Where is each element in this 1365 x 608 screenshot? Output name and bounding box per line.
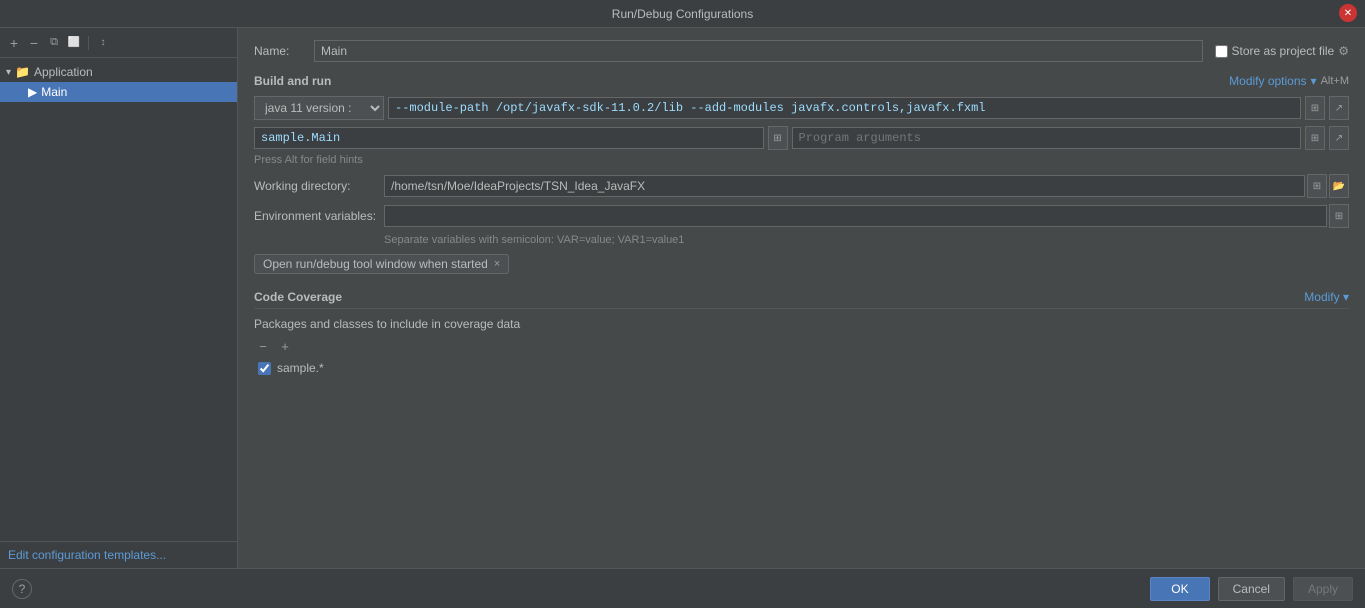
vm-options-input[interactable] <box>388 97 1301 119</box>
tree-item-main[interactable]: ▶ Main <box>0 82 237 102</box>
bottom-bar: ? OK Cancel Apply <box>0 568 1365 608</box>
coverage-add-icon[interactable]: + <box>276 337 294 355</box>
name-input[interactable] <box>314 40 1203 62</box>
program-args-input[interactable] <box>792 127 1302 149</box>
modify-options-label: Modify options <box>1229 74 1306 88</box>
run-config-icon: ▶ <box>28 85 37 99</box>
tag-label: Open run/debug tool window when started <box>263 257 488 271</box>
args-browse-icon[interactable]: ↗ <box>1329 126 1349 150</box>
cancel-button[interactable]: Cancel <box>1218 577 1285 601</box>
bottom-left: ? <box>12 579 32 599</box>
working-dir-buttons: ⊞ 📂 <box>1307 174 1349 198</box>
code-coverage-section: Code Coverage Modify ▾ Packages and clas… <box>254 290 1349 377</box>
coverage-header: Code Coverage Modify ▾ <box>254 290 1349 309</box>
apply-button[interactable]: Apply <box>1293 577 1353 601</box>
help-icon: ? <box>19 582 26 596</box>
store-project-row: Store as project file ⚙ <box>1215 44 1349 58</box>
move-config-icon[interactable]: ⬜ <box>66 35 82 51</box>
coverage-item-checkbox[interactable] <box>258 362 271 375</box>
sidebar-footer: Edit configuration templates... <box>0 541 237 568</box>
build-run-title: Build and run <box>254 74 331 88</box>
env-vars-label: Environment variables: <box>254 209 384 223</box>
main-layout: + − ⧉ ⬜ ↕ ▾ 📁 Application ▶ Main Edit co… <box>0 28 1365 568</box>
main-class-expand-icon[interactable]: ⊞ <box>768 126 788 150</box>
main-class-input[interactable] <box>254 127 764 149</box>
coverage-remove-icon[interactable]: − <box>254 337 272 355</box>
shortcut-label: Alt+M <box>1321 75 1349 87</box>
title-bar: Run/Debug Configurations ✕ <box>0 0 1365 28</box>
tags-row: Open run/debug tool window when started … <box>254 254 1349 274</box>
config-content: Name: Store as project file ⚙ Build and … <box>238 28 1365 568</box>
env-vars-input[interactable] <box>384 205 1327 227</box>
vm-browse-icon[interactable]: ↗ <box>1329 96 1349 120</box>
working-dir-input[interactable] <box>384 175 1305 197</box>
coverage-item: sample.* <box>254 359 1349 377</box>
coverage-toolbar: − + <box>254 337 1349 355</box>
tree-arrow-icon: ▾ <box>6 67 11 78</box>
env-vars-buttons: ⊞ <box>1329 204 1349 228</box>
copy-config-icon[interactable]: ⧉ <box>46 35 62 51</box>
help-button[interactable]: ? <box>12 579 32 599</box>
tree-group-label: Application <box>34 65 93 79</box>
vm-expand-icon[interactable]: ⊞ <box>1305 96 1325 120</box>
args-expand-icon[interactable]: ⊞ <box>1305 126 1325 150</box>
ok-button[interactable]: OK <box>1150 577 1209 601</box>
build-run-header: Build and run Modify options ▾ Alt+M <box>254 74 1349 88</box>
config-tree: ▾ 📁 Application ▶ Main <box>0 58 237 541</box>
add-config-icon[interactable]: + <box>6 35 22 51</box>
sort-config-icon[interactable]: ↕ <box>95 35 111 51</box>
separator <box>88 36 89 50</box>
build-row: java 11 version : ⊞ ↗ <box>254 96 1349 120</box>
java-version-select[interactable]: java 11 version : <box>254 96 384 120</box>
env-vars-expand-icon[interactable]: ⊞ <box>1329 204 1349 228</box>
store-project-label: Store as project file <box>1232 44 1335 58</box>
application-folder-icon: 📁 <box>15 65 30 79</box>
working-dir-row: Working directory: ⊞ 📂 <box>254 174 1349 198</box>
coverage-item-label: sample.* <box>277 361 324 375</box>
coverage-desc: Packages and classes to include in cover… <box>254 317 1349 331</box>
sidebar-toolbar: + − ⧉ ⬜ ↕ <box>0 28 237 58</box>
tree-item-label: Main <box>41 85 67 99</box>
close-button[interactable]: ✕ <box>1339 4 1357 22</box>
tree-group-application[interactable]: ▾ 📁 Application <box>0 62 237 82</box>
hint-text: Press Alt for field hints <box>254 154 1349 166</box>
edit-templates-link[interactable]: Edit configuration templates... <box>8 548 166 562</box>
open-tool-window-tag: Open run/debug tool window when started … <box>254 254 509 274</box>
store-project-checkbox[interactable] <box>1215 45 1228 58</box>
working-dir-expand-icon[interactable]: ⊞ <box>1307 174 1327 198</box>
bottom-right: OK Cancel Apply <box>1150 577 1353 601</box>
working-dir-label: Working directory: <box>254 179 384 193</box>
name-label: Name: <box>254 44 314 58</box>
remove-config-icon[interactable]: − <box>26 35 42 51</box>
working-dir-browse-icon[interactable]: 📂 <box>1329 174 1349 198</box>
sidebar: + − ⧉ ⬜ ↕ ▾ 📁 Application ▶ Main Edit co… <box>0 28 238 568</box>
coverage-title: Code Coverage <box>254 290 342 304</box>
dialog-title: Run/Debug Configurations <box>612 7 753 21</box>
env-vars-row: Environment variables: ⊞ <box>254 204 1349 228</box>
modify-options-arrow-icon: ▾ <box>1311 74 1317 88</box>
env-hint-text: Separate variables with semicolon: VAR=v… <box>384 234 1349 246</box>
tag-close-icon[interactable]: × <box>494 258 500 270</box>
main-class-row: ⊞ ⊞ ↗ <box>254 126 1349 150</box>
coverage-modify-arrow-icon: ▾ <box>1343 290 1349 304</box>
coverage-modify-button[interactable]: Modify ▾ <box>1304 290 1349 304</box>
modify-options-button[interactable]: Modify options ▾ Alt+M <box>1229 74 1349 88</box>
name-row: Name: Store as project file ⚙ <box>254 40 1349 62</box>
store-gear-icon[interactable]: ⚙ <box>1338 44 1349 58</box>
coverage-modify-label: Modify <box>1304 290 1339 304</box>
